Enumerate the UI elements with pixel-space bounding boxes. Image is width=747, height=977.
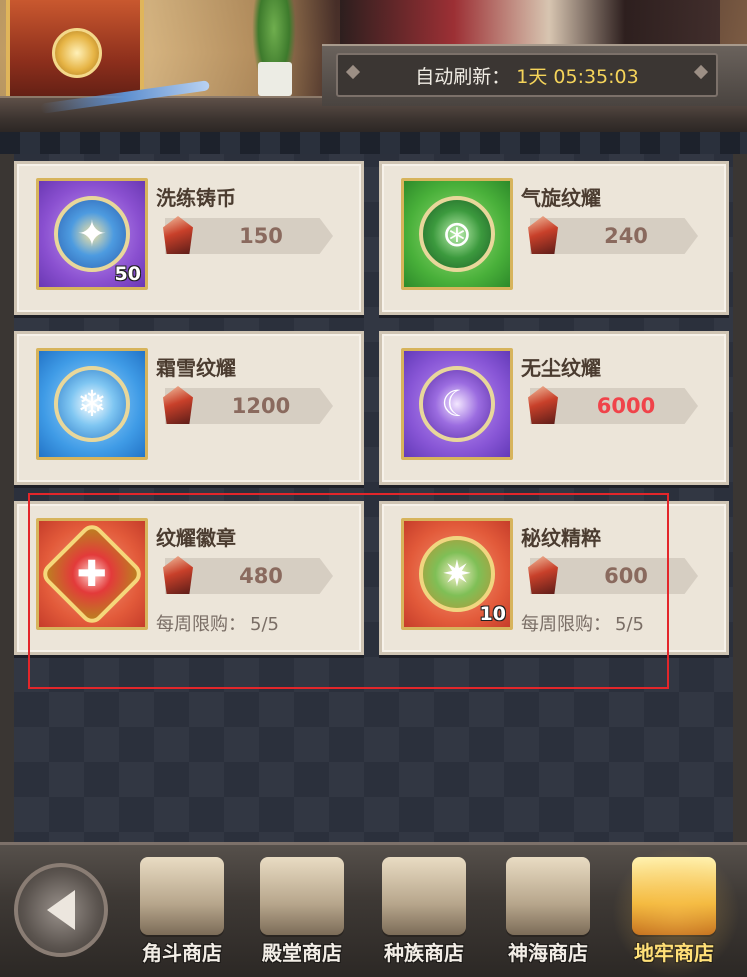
tab-label: 殿堂商店 — [262, 941, 342, 965]
shop-item-card[interactable]: ☾ 无尘纹耀 6000 — [379, 331, 729, 485]
tab-label: 地牢商店 — [634, 941, 714, 965]
diamond-icon — [693, 64, 709, 80]
refresh-label: 自动刷新： — [415, 65, 511, 88]
hall-crest-icon — [260, 857, 344, 935]
shop-item-card[interactable]: ❄ 霜雪纹耀 1200 — [14, 331, 364, 485]
dungeon-chest-icon — [632, 857, 716, 935]
item-icon-frame: ❄ — [36, 348, 148, 460]
shop-item-card[interactable]: ⊛ 气旋纹耀 240 — [379, 161, 729, 315]
item-quantity: 50 — [114, 263, 141, 285]
item-name: 霜雪纹耀 — [156, 356, 236, 380]
dustless-emblem-icon: ☾ — [419, 366, 495, 442]
shop-tab-bar: 角斗商店 殿堂商店 种族商店 神海商店 地牢商店 — [0, 842, 747, 977]
back-button[interactable] — [14, 863, 108, 957]
auto-refresh-timer: 自动刷新： 1天 05:35:03 — [336, 53, 718, 97]
diamond-icon — [345, 64, 361, 80]
cyclone-emblem-icon: ⊛ — [419, 196, 495, 272]
anchor-shop-icon — [506, 857, 590, 935]
item-icon-frame: ☾ — [401, 348, 513, 460]
refine-coin-icon: ✦ — [54, 196, 130, 272]
item-icon-frame: ⊛ — [401, 178, 513, 290]
highlight-box — [28, 493, 669, 689]
race-emblem-icon — [382, 857, 466, 935]
chest-emblem-icon — [52, 28, 102, 78]
back-arrow-icon — [47, 890, 75, 930]
item-name: 气旋纹耀 — [521, 186, 601, 210]
shop-item-card[interactable]: ✦ 50 洗练铸币 150 — [14, 161, 364, 315]
shop-banner: 自动刷新： 1天 05:35:03 — [0, 0, 747, 132]
tab-race-shop[interactable]: 种族商店 — [366, 853, 482, 973]
colosseum-icon — [140, 857, 224, 935]
tab-dungeon-shop[interactable]: 地牢商店 — [612, 847, 740, 977]
tab-label: 角斗商店 — [142, 941, 222, 965]
item-icon-frame: ✦ 50 — [36, 178, 148, 290]
tab-label: 神海商店 — [508, 941, 588, 965]
tab-sea-god-shop[interactable]: 神海商店 — [490, 853, 606, 973]
item-name: 无尘纹耀 — [521, 356, 601, 380]
treasure-chest-image — [6, 0, 144, 106]
tab-label: 种族商店 — [384, 941, 464, 965]
tab-arena-shop[interactable]: 角斗商店 — [124, 853, 240, 973]
frost-emblem-icon: ❄ — [54, 366, 130, 442]
tab-hall-shop[interactable]: 殿堂商店 — [244, 853, 360, 973]
rail-decoration — [0, 132, 747, 154]
refresh-time: 1天 05:35:03 — [516, 65, 639, 88]
item-name: 洗练铸币 — [156, 186, 236, 210]
plant-pot-decoration — [258, 62, 292, 96]
